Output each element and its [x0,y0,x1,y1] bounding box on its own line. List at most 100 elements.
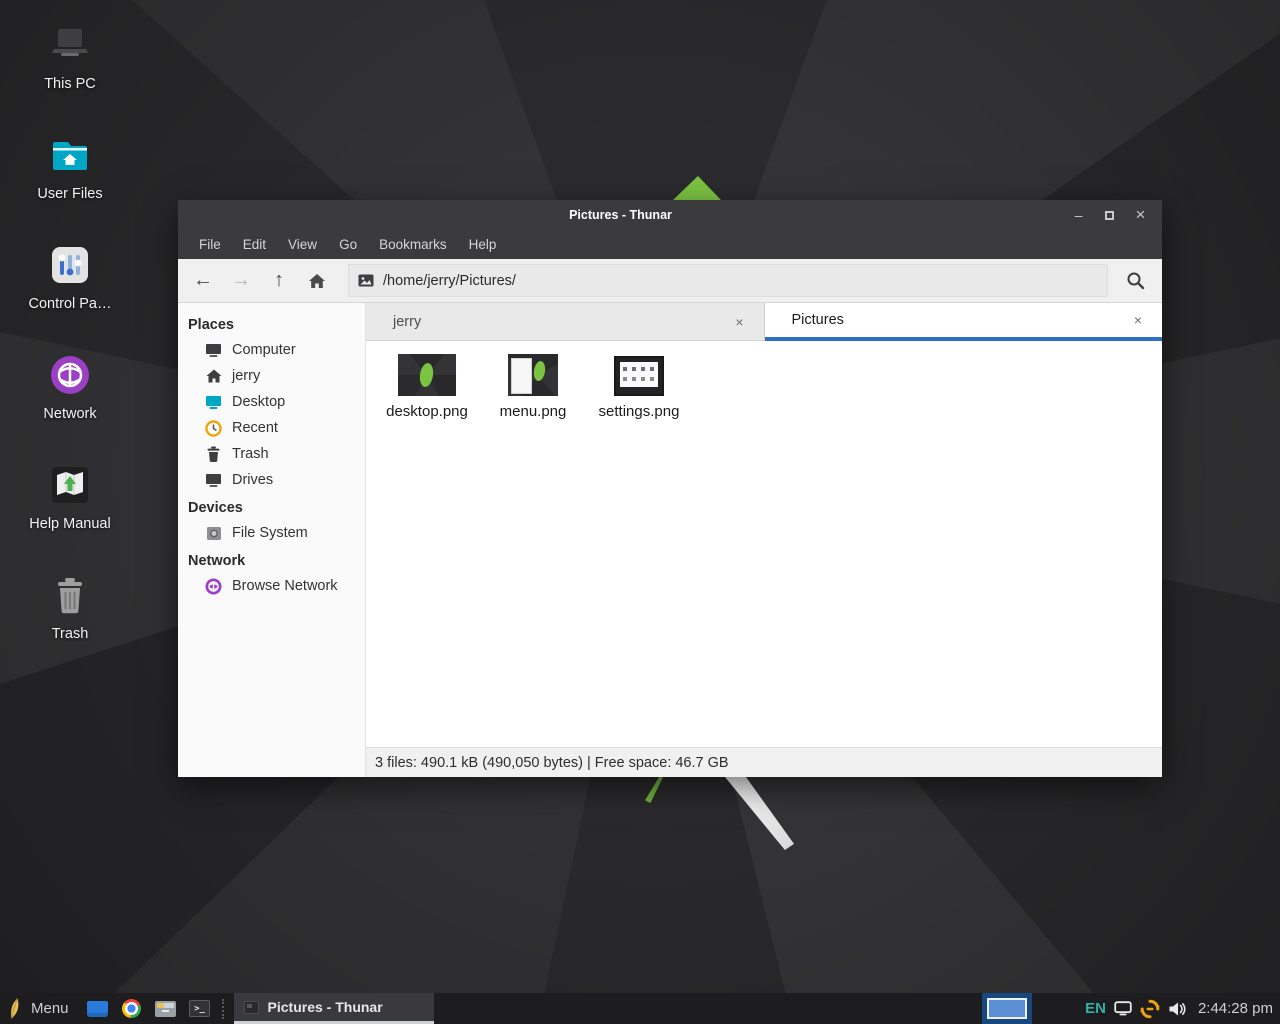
search-icon [1126,271,1145,290]
menubar: File Edit View Go Bookmarks Help [178,230,1162,259]
content-pane: jerry × Pictures × desktop.png [366,303,1162,777]
wallpaper-green-sliver [645,775,663,803]
tab-jerry[interactable]: jerry × [366,303,765,341]
sidebar-item-recent[interactable]: Recent [178,415,365,441]
sidebar-item-label: Recent [232,420,278,436]
menu-file[interactable]: File [188,237,232,252]
sidebar-item-label: Computer [232,342,296,358]
desktop-icon [205,394,222,411]
sidebar-header-network: Network [178,546,365,573]
menu-view[interactable]: View [277,237,328,252]
tab-close-icon[interactable]: × [731,312,747,332]
volume-icon[interactable] [1168,1001,1186,1017]
path-bar[interactable]: /home/jerry/Pictures/ [348,264,1108,297]
sidebar-item-label: Drives [232,472,273,488]
menu-png-thumbnail [508,354,558,396]
launcher-terminal[interactable]: >_ [183,993,217,1024]
tab-label: jerry [393,314,731,330]
sidebar-item-label: jerry [232,368,260,384]
sidebar-item-desktop[interactable]: Desktop [178,389,365,415]
control-panel-icon [50,244,90,286]
thunar-task-icon [244,1001,259,1014]
close-icon: × [1136,205,1146,225]
minimize-icon: – [1075,207,1083,223]
menu-edit[interactable]: Edit [232,237,277,252]
tab-close-icon[interactable]: × [1130,310,1146,330]
file-settings-png[interactable]: settings.png [590,352,688,420]
workspace-1[interactable] [987,998,1027,1019]
file-manager-icon [155,1001,176,1017]
sidebar-header-devices: Devices [178,493,365,520]
close-button[interactable]: × [1125,200,1156,230]
home-button[interactable] [298,264,336,298]
back-button[interactable]: ← [184,264,222,298]
sidebar-item-drives[interactable]: Drives [178,467,365,493]
clock[interactable]: 2:44:28 pm [1198,1000,1273,1017]
terminal-glyph: >_ [194,1004,205,1014]
update-manager-icon[interactable] [1140,999,1160,1019]
trash-icon [205,446,222,463]
desktop-icon-this-pc[interactable]: This PC [14,24,126,92]
tab-pictures[interactable]: Pictures × [765,303,1163,341]
task-button-thunar[interactable]: Pictures - Thunar [234,993,434,1024]
sidebar-item-browse-network[interactable]: Browse Network [178,573,365,599]
menu-bookmarks[interactable]: Bookmarks [368,237,458,252]
forward-button[interactable]: → [222,264,260,298]
file-system-drive-icon [205,525,222,542]
sidebar: Places Computer jerry Desktop Recent [178,303,366,777]
drives-icon [205,472,222,489]
tab-label: Pictures [792,312,1130,328]
user-files-icon [49,134,91,176]
taskbar-handle[interactable] [222,999,231,1019]
maximize-button[interactable] [1094,200,1125,230]
desktop-icon-user-files[interactable]: User Files [14,134,126,202]
search-button[interactable] [1114,264,1156,298]
file-view[interactable]: desktop.png menu.png settings.png [366,341,1162,747]
help-manual-icon [50,464,90,506]
chrome-icon [122,999,141,1018]
toolbar: ← → ↑ /home/jerry/Pictures/ [178,259,1162,303]
minimize-button[interactable]: – [1063,200,1094,230]
launcher-chrome[interactable] [115,993,149,1024]
system-tray: EN 2:44:28 pm [1085,993,1273,1024]
desktop-icon-label: Network [43,406,96,422]
sidebar-item-trash[interactable]: Trash [178,441,365,467]
computer-icon [205,342,222,359]
up-icon: ↑ [274,269,284,292]
sidebar-item-jerry[interactable]: jerry [178,363,365,389]
sidebar-item-file-system[interactable]: File System [178,520,365,546]
linux-lite-feather-icon [9,998,22,1019]
maximize-icon [1105,211,1114,220]
file-name: settings.png [599,403,680,420]
window-title: Pictures - Thunar [178,208,1063,222]
recent-clock-icon [205,420,222,437]
browse-network-globe-icon [205,578,222,595]
sidebar-item-computer[interactable]: Computer [178,337,365,363]
sidebar-item-label: File System [232,525,308,541]
desktop-icon-network[interactable]: Network [14,354,126,422]
launcher-file-manager[interactable] [149,993,183,1024]
show-desktop-icon [87,1001,108,1017]
file-desktop-png[interactable]: desktop.png [378,352,476,420]
desktop-icon-label: This PC [44,76,96,92]
workspace-switcher[interactable] [982,993,1032,1024]
status-bar: 3 files: 490.1 kB (490,050 bytes) | Free… [366,747,1162,777]
file-menu-png[interactable]: menu.png [484,352,582,420]
menu-help[interactable]: Help [458,237,508,252]
launcher-show-desktop[interactable] [81,993,115,1024]
desktop-icon-help-manual[interactable]: Help Manual [14,464,126,532]
file-name: menu.png [500,403,567,420]
window-controls: – × [1063,200,1156,230]
menu-go[interactable]: Go [328,237,368,252]
up-button[interactable]: ↑ [260,264,298,298]
terminal-icon: >_ [189,1000,210,1017]
back-icon: ← [193,269,213,292]
menu-button[interactable]: Menu [0,993,81,1024]
sidebar-header-places: Places [178,310,365,337]
language-indicator[interactable]: EN [1085,1000,1106,1017]
titlebar[interactable]: Pictures - Thunar – × [178,200,1162,230]
display-tray-icon[interactable] [1114,1001,1132,1016]
home-icon [205,368,222,385]
desktop-icon-control-panel[interactable]: Control Pa… [14,244,126,312]
desktop-icon-trash[interactable]: Trash [14,574,126,642]
